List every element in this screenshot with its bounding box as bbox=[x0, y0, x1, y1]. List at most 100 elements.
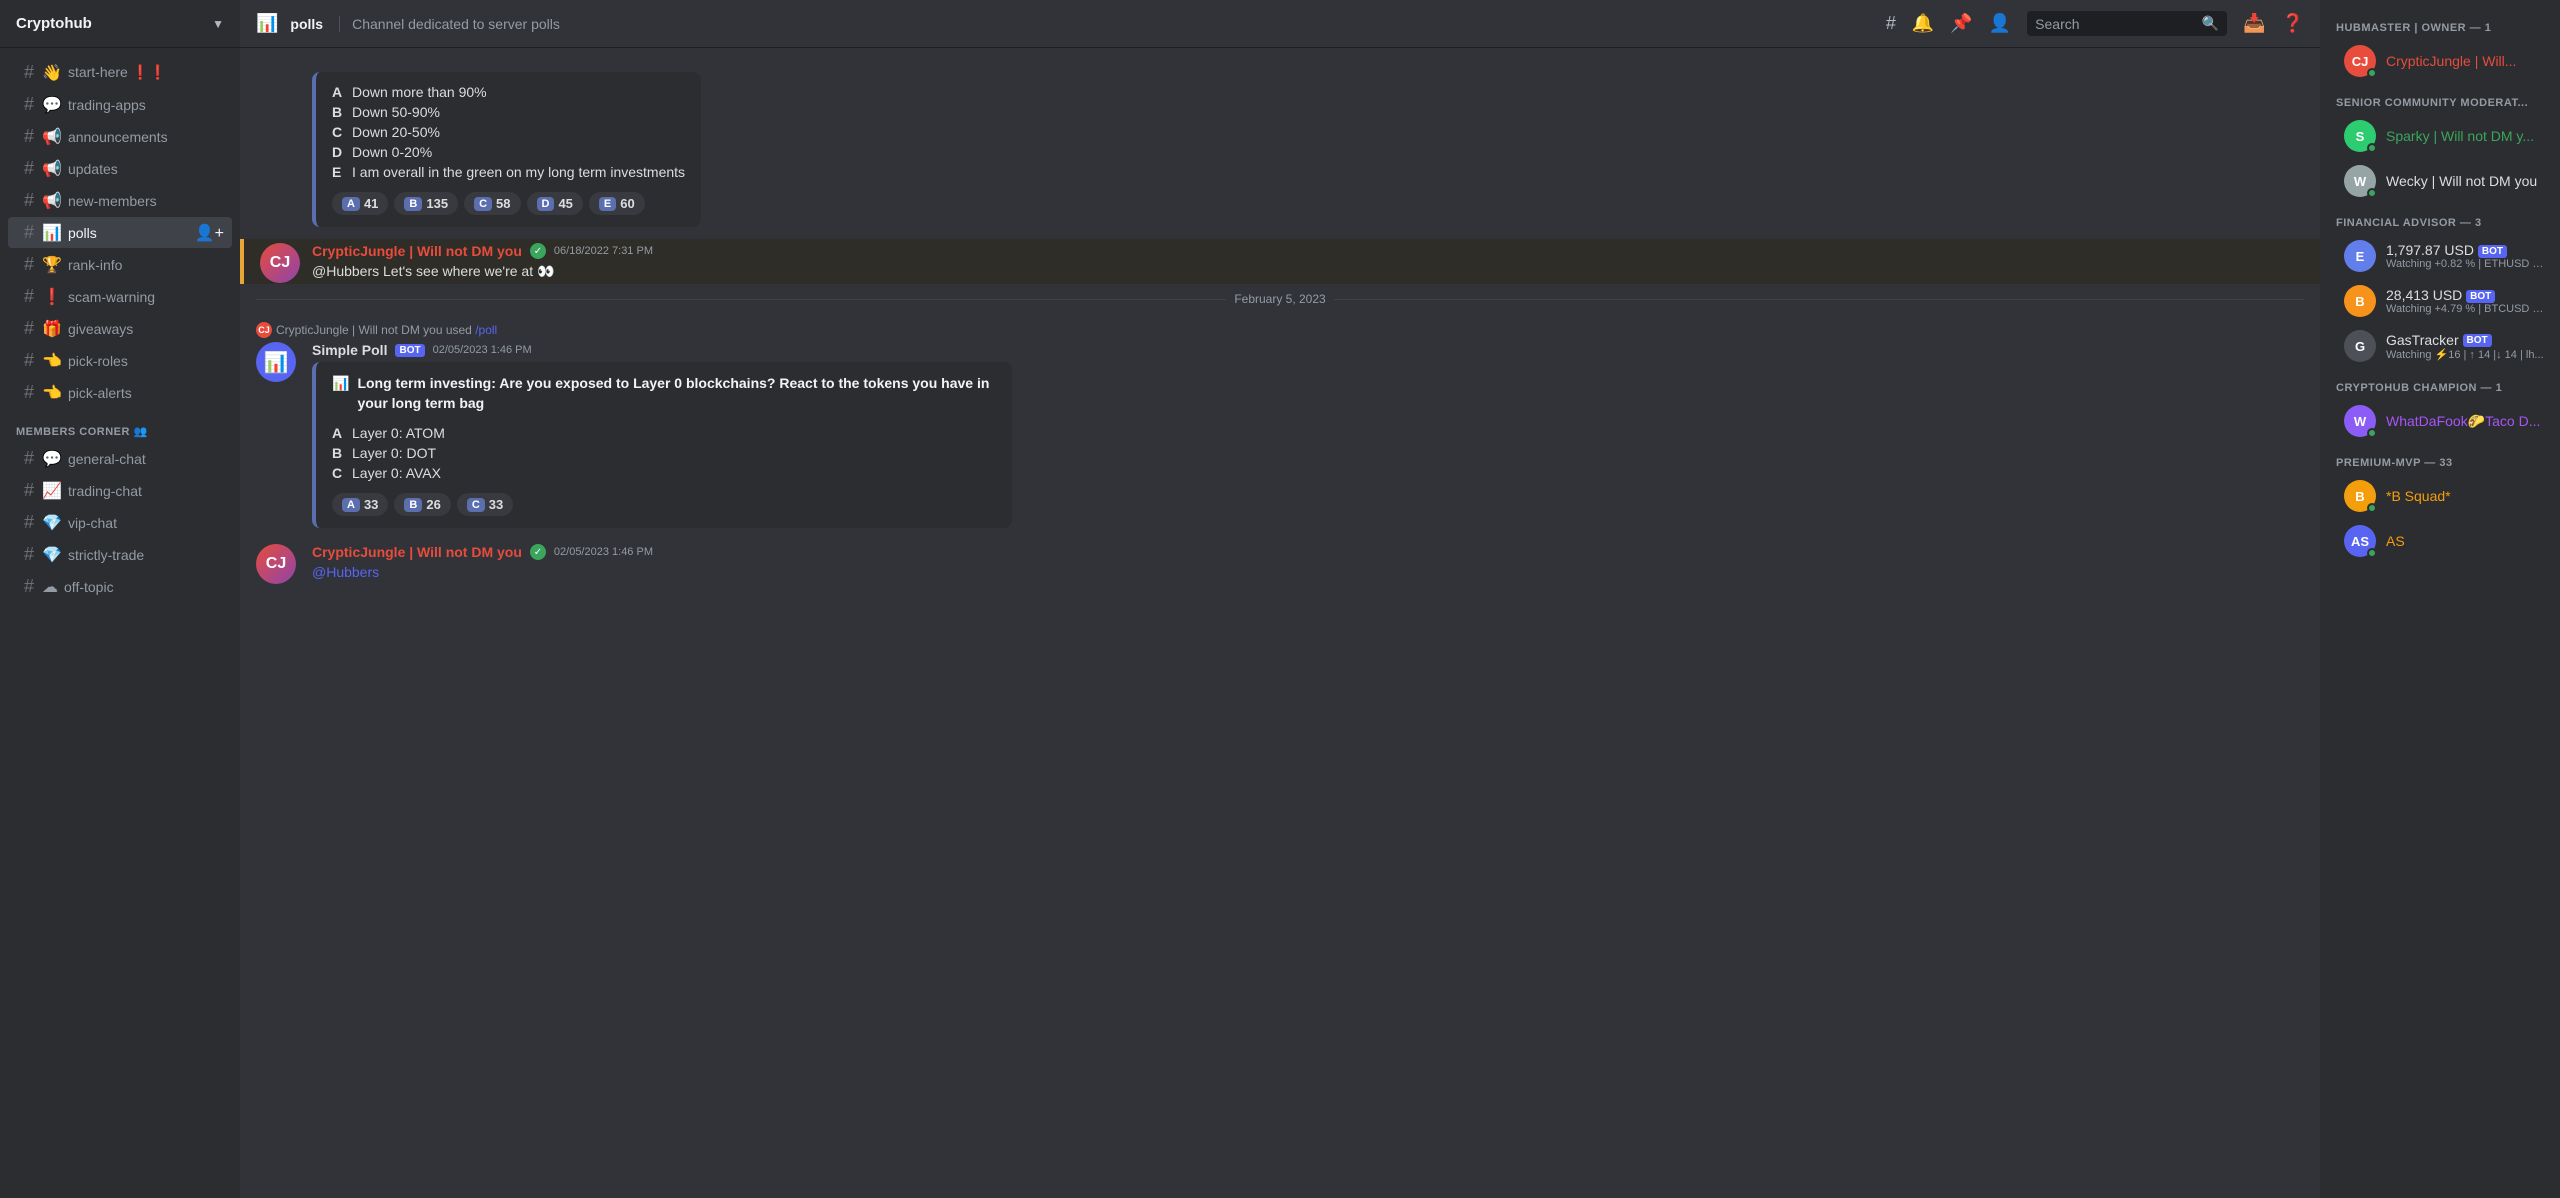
role-header-hubmaster: HUBMASTER | OWNER — 1 bbox=[2320, 16, 2560, 38]
role-header-cryptohub-champion: CRYPTOHUB CHAMPION — 1 bbox=[2320, 376, 2560, 398]
vote-badge-b2[interactable]: B26 bbox=[394, 493, 450, 516]
poll-votes: A41 B135 C58 D45 E60 bbox=[332, 192, 685, 215]
member-sub-btc-tracker: Watching +4.79 % | BTCUSD |... bbox=[2386, 303, 2544, 315]
sidebar-item-strictly-trade[interactable]: # 💎 strictly-trade bbox=[8, 539, 232, 570]
message-text2: @Hubbers bbox=[312, 564, 2304, 580]
channel-header: 📊 polls Channel dedicated to server poll… bbox=[240, 0, 2320, 48]
member-item-crypticjungle[interactable]: CJ CrypticJungle | Will... bbox=[2328, 39, 2552, 83]
members-icon[interactable]: 👤 bbox=[1989, 13, 2011, 34]
vote-badge-e[interactable]: E60 bbox=[589, 192, 645, 215]
sidebar-item-giveaways[interactable]: # 🎁 giveaways bbox=[8, 313, 232, 344]
chevron-down-icon: ▼ bbox=[212, 17, 224, 31]
member-item-bsquad[interactable]: B *B Squad* bbox=[2328, 474, 2552, 518]
channel-icon-polls: 📊 bbox=[42, 223, 62, 243]
member-name-wecky: Wecky | Will not DM you bbox=[2386, 173, 2537, 189]
channel-icon-start-here: 👋 bbox=[42, 63, 62, 83]
sidebar-item-rank-info[interactable]: # 🏆 rank-info bbox=[8, 249, 232, 280]
member-sub-eth-tracker: Watching +0.82 % | ETHUSD |... bbox=[2386, 258, 2544, 270]
simplepoll-header: Simple Poll BOT 02/05/2023 1:46 PM bbox=[312, 342, 2304, 358]
sidebar-item-trading-apps[interactable]: # 💬 trading-apps bbox=[8, 89, 232, 120]
server-name: Cryptohub bbox=[16, 15, 92, 32]
member-item-btc-tracker[interactable]: B 28,413 USD BOT Watching +4.79 % | BTCU… bbox=[2328, 279, 2552, 323]
message-group: ADown more than 90% BDown 50-90% CDown 2… bbox=[240, 64, 2320, 231]
member-item-wecky[interactable]: W Wecky | Will not DM you bbox=[2328, 159, 2552, 203]
channel-icon-updates: 📢 bbox=[42, 159, 62, 179]
member-avatar-eth-tracker: E bbox=[2344, 240, 2376, 272]
poll-option: EI am overall in the green on my long te… bbox=[332, 164, 685, 180]
vote-badge-c[interactable]: C58 bbox=[464, 192, 520, 215]
vote-badge-a[interactable]: A41 bbox=[332, 192, 388, 215]
hash-icon: # bbox=[24, 512, 34, 533]
hash-icon: # bbox=[24, 222, 34, 243]
channel-icon-scam-warning: ❗ bbox=[42, 287, 62, 307]
member-avatar-whatdafook: W bbox=[2344, 405, 2376, 437]
hash-icon: # bbox=[24, 126, 34, 147]
sidebar-item-pick-roles[interactable]: # 👈 pick-roles bbox=[8, 345, 232, 376]
channel-list: # 👋 start-here ❗❗ # 💬 trading-apps # 📢 a… bbox=[0, 48, 240, 1198]
notification-icon[interactable]: 🔔 bbox=[1912, 13, 1934, 34]
header-icons: #​ 🔔 📌 👤 Search 🔍 📥 ❓ bbox=[1886, 11, 2304, 36]
member-item-sparky[interactable]: S Sparky | Will not DM y... bbox=[2328, 114, 2552, 158]
sidebar-item-updates[interactable]: # 📢 updates bbox=[8, 153, 232, 184]
member-item-eth-tracker[interactable]: E 1,797.87 USD BOT Watching +0.82 % | ET… bbox=[2328, 234, 2552, 278]
member-avatar-bsquad: B bbox=[2344, 480, 2376, 512]
used-by-avatar: CJ bbox=[256, 322, 272, 338]
sidebar-item-polls[interactable]: # 📊 polls 👤+ bbox=[8, 217, 232, 248]
sidebar-item-pick-alerts[interactable]: # 👈 pick-alerts bbox=[8, 377, 232, 408]
member-name-sparky: Sparky | Will not DM y... bbox=[2386, 128, 2534, 144]
search-bar[interactable]: Search 🔍 bbox=[2027, 11, 2227, 36]
search-placeholder: Search bbox=[2035, 16, 2079, 32]
inbox-icon[interactable]: 📥 bbox=[2243, 13, 2265, 34]
channel-icon-vip-chat: 💎 bbox=[42, 513, 62, 533]
status-dot bbox=[2367, 68, 2377, 78]
poll-option: BDown 50-90% bbox=[332, 104, 685, 120]
message-content2: CrypticJungle | Will not DM you ✓ 02/05/… bbox=[312, 544, 2304, 584]
vote-badge-d[interactable]: D45 bbox=[527, 192, 583, 215]
channel-label-rank-info: rank-info bbox=[68, 257, 122, 273]
channel-label-giveaways: giveaways bbox=[68, 321, 133, 337]
hash-icon: # bbox=[24, 480, 34, 501]
poll-options-layer0: ALayer 0: ATOM BLayer 0: DOT CLayer 0: A… bbox=[332, 425, 996, 481]
channel-header-name: polls bbox=[290, 16, 323, 32]
channel-icon-announcements: 📢 bbox=[42, 127, 62, 147]
sidebar-item-general-chat[interactable]: # 💬 general-chat bbox=[8, 443, 232, 474]
member-item-gas-tracker[interactable]: G GasTracker BOT Watching ⚡16 | ↑ 14 |↓ … bbox=[2328, 324, 2552, 368]
sidebar-item-off-topic[interactable]: # ☁ off-topic bbox=[8, 571, 232, 602]
channel-label-start-here: start-here ❗❗ bbox=[68, 64, 167, 81]
status-dot bbox=[2367, 503, 2377, 513]
vote-badge-b[interactable]: B135 bbox=[394, 192, 458, 215]
add-member-icon[interactable]: 👤+ bbox=[195, 223, 224, 243]
channel-label-polls: polls bbox=[68, 225, 97, 241]
poll-option: CDown 20-50% bbox=[332, 124, 685, 140]
bot-badge-inline: BOT bbox=[2478, 245, 2507, 258]
hash-icon: # bbox=[24, 62, 34, 83]
sidebar-item-announcements[interactable]: # 📢 announcements bbox=[8, 121, 232, 152]
channel-icon-giveaways: 🎁 bbox=[42, 319, 62, 339]
member-item-as[interactable]: AS AS bbox=[2328, 519, 2552, 563]
polls-channel-icon: 📊 bbox=[256, 13, 278, 34]
threads-icon[interactable]: #​ bbox=[1886, 13, 1896, 34]
sidebar-item-trading-chat[interactable]: # 📈 trading-chat bbox=[8, 475, 232, 506]
hash-icon: # bbox=[24, 318, 34, 339]
sidebar-item-start-here[interactable]: # 👋 start-here ❗❗ bbox=[8, 57, 232, 88]
message-content: CrypticJungle | Will not DM you ✓ 06/18/… bbox=[312, 243, 2304, 280]
member-item-whatdafook[interactable]: W WhatDaFook🌮Taco D... bbox=[2328, 399, 2552, 443]
avatar-crypticjungle: CJ bbox=[260, 243, 300, 283]
role-section-senior-mod: SENIOR COMMUNITY MODERAT... S Sparky | W… bbox=[2320, 91, 2560, 203]
channel-icon-trading-apps: 💬 bbox=[42, 95, 62, 115]
poll-result-container: ADown more than 90% BDown 50-90% CDown 2… bbox=[312, 72, 701, 227]
channel-label-off-topic: off-topic bbox=[64, 579, 114, 595]
message-group-crypticjungle: CJ CrypticJungle | Will not DM you ✓ 06/… bbox=[240, 239, 2320, 284]
search-icon: 🔍 bbox=[2202, 15, 2219, 32]
server-header[interactable]: Cryptohub ▼ bbox=[0, 0, 240, 48]
message-author: CrypticJungle | Will not DM you bbox=[312, 243, 522, 259]
sidebar-item-vip-chat[interactable]: # 💎 vip-chat bbox=[8, 507, 232, 538]
pin-icon[interactable]: 📌 bbox=[1950, 13, 1972, 34]
poll-option-b: BLayer 0: DOT bbox=[332, 445, 996, 461]
sidebar-item-new-members[interactable]: # 📢 new-members bbox=[8, 185, 232, 216]
vote-badge-a2[interactable]: A33 bbox=[332, 493, 388, 516]
help-icon[interactable]: ❓ bbox=[2282, 13, 2304, 34]
role-section-cryptohub-champion: CRYPTOHUB CHAMPION — 1 W WhatDaFook🌮Taco… bbox=[2320, 376, 2560, 443]
vote-badge-c2[interactable]: C33 bbox=[457, 493, 513, 516]
sidebar-item-scam-warning[interactable]: # ❗ scam-warning bbox=[8, 281, 232, 312]
